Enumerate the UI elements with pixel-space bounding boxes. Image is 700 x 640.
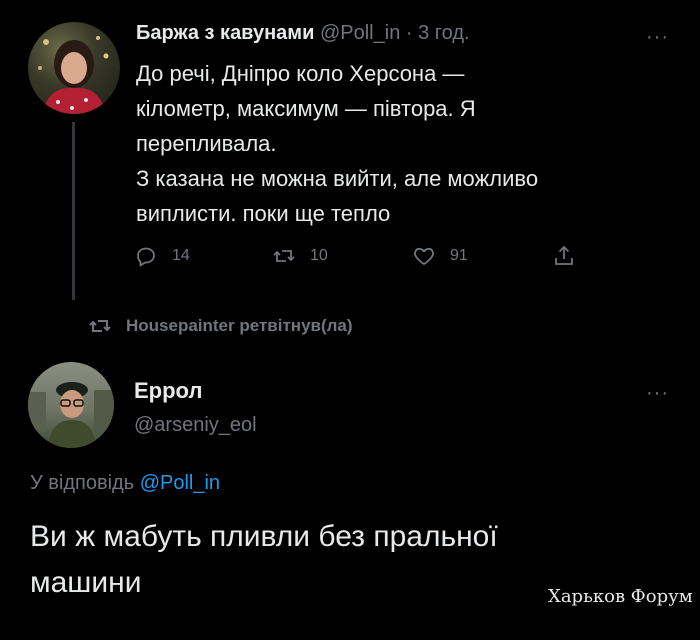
- tweet-line: кілометр, максимум — півтора. Я: [136, 96, 476, 121]
- tweet-header: Баржа з кавунами @Poll_in · 3 год.: [136, 22, 470, 45]
- more-options-button[interactable]: ···: [646, 382, 669, 405]
- tweet-text: До речі, Дніпро коло Херсона — кілометр,…: [136, 56, 686, 231]
- avatar-photo: [28, 382, 114, 448]
- reply-prefix: У відповідь: [30, 472, 135, 494]
- tweet-line: До речі, Дніпро коло Херсона —: [136, 61, 465, 86]
- author-handle[interactable]: @Poll_in: [320, 22, 400, 44]
- reply-icon: [137, 247, 155, 267]
- tweet-line: виплисти. поки ще тепло: [136, 201, 391, 226]
- like-count: 91: [450, 247, 468, 264]
- reply-to-link[interactable]: @Poll_in: [140, 472, 220, 494]
- retweet-banner-text[interactable]: Housepainter ретвітнув(ла): [126, 316, 353, 336]
- more-options-button[interactable]: ···: [646, 26, 669, 49]
- thread-line: [72, 122, 75, 300]
- share-button[interactable]: [552, 244, 576, 268]
- reply-context: У відповідь @Poll_in: [30, 472, 220, 495]
- separator: ·: [405, 22, 413, 44]
- retweet-count: 10: [310, 247, 328, 264]
- author-handle[interactable]: @arseniy_eol: [134, 414, 257, 437]
- timestamp[interactable]: 3 год.: [418, 22, 469, 44]
- reply-count: 14: [172, 247, 190, 264]
- share-icon: [555, 245, 573, 265]
- retweet-button[interactable]: 10: [272, 244, 328, 268]
- avatar-photo: [38, 36, 109, 114]
- retweet-icon: [89, 320, 111, 332]
- tweet-line: Ви ж мабуть пливли без пральної: [30, 520, 498, 553]
- reply-button[interactable]: 14: [134, 244, 190, 268]
- tweet-line: З казана не можна вийти, але можливо: [136, 166, 539, 191]
- author-name[interactable]: Еррол: [134, 378, 202, 404]
- author-name[interactable]: Баржа з кавунами: [136, 22, 314, 44]
- like-button[interactable]: 91: [412, 244, 468, 268]
- tweet-line: перепливала.: [136, 131, 277, 156]
- watermark: Харьков Форум: [548, 586, 693, 607]
- retweet-banner: Housepainter ретвітнув(ла): [88, 314, 353, 338]
- avatar[interactable]: [28, 22, 120, 114]
- avatar[interactable]: [28, 362, 114, 448]
- retweet-icon: [273, 250, 295, 262]
- heart-icon: [414, 247, 434, 265]
